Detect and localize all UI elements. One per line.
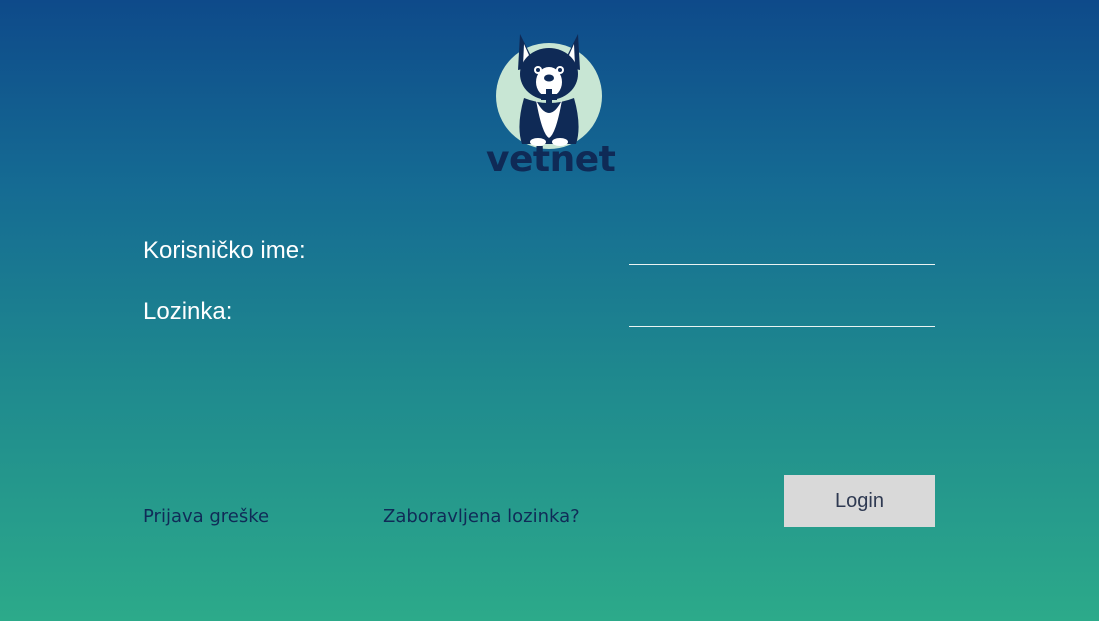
password-input[interactable]	[629, 293, 935, 327]
username-label: Korisničko ime:	[143, 237, 306, 264]
forgot-password-link[interactable]: Zaboravljena lozinka?	[383, 505, 580, 529]
login-button[interactable]: Login	[784, 475, 935, 527]
username-input[interactable]	[629, 231, 935, 265]
password-label: Lozinka:	[143, 298, 233, 325]
report-bug-link[interactable]: Prijava greške	[143, 505, 269, 529]
brand-name: vetnet	[486, 139, 616, 180]
